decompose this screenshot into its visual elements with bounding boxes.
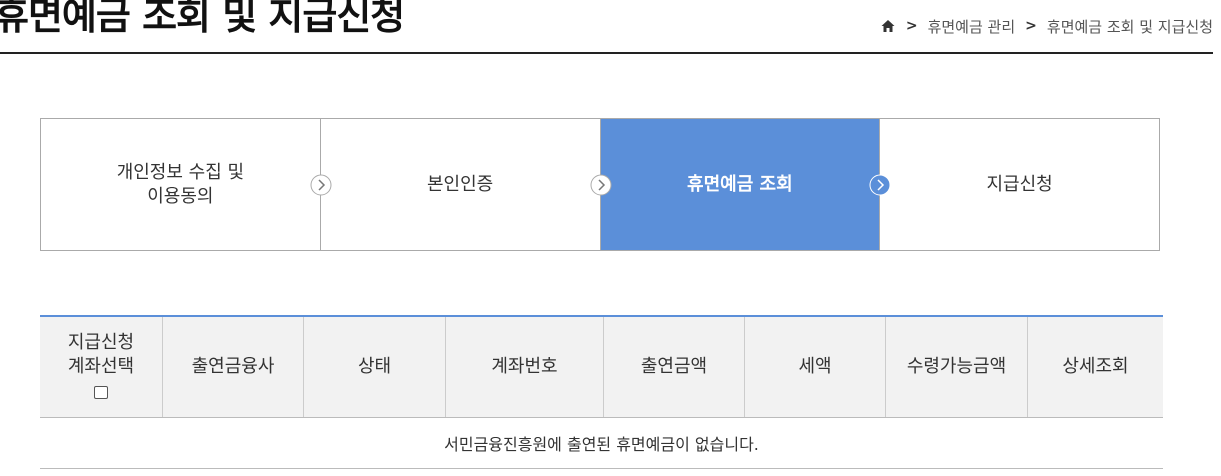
- table-header-row: 지급신청 계좌선택 출연금융사 상태 계좌번호 출연금액 세액 수령가능금액 상…: [40, 315, 1163, 418]
- step-label: 휴면예금 조회: [687, 173, 793, 195]
- column-status: 상태: [303, 315, 446, 418]
- empty-message: 서민금융진흥원에 출연된 휴면예금이 없습니다.: [40, 417, 1163, 469]
- breadcrumb-item-dormant-management[interactable]: 휴면예금 관리: [928, 16, 1016, 37]
- breadcrumb-separator: >: [905, 18, 918, 34]
- column-receivable-amount: 수령가능금액: [885, 315, 1028, 418]
- step-dormant-inquiry: 휴면예금 조회: [599, 119, 891, 250]
- column-tax: 세액: [744, 315, 886, 418]
- column-account-number: 계좌번호: [445, 315, 604, 418]
- column-label: 계좌선택: [67, 356, 135, 377]
- column-select: 지급신청 계좌선택: [40, 315, 163, 418]
- page-title: 휴면예금 조회 및 지급신청: [0, 0, 405, 38]
- chevron-right-icon: [310, 174, 332, 196]
- step-identity-verification: 본인인증: [319, 119, 611, 250]
- step-label: 본인인증: [427, 173, 494, 195]
- column-detail: 상세조회: [1027, 315, 1163, 418]
- column-amount: 출연금액: [603, 315, 745, 418]
- step-label: 개인정보 수집 및: [116, 161, 245, 183]
- chevron-right-icon: [590, 174, 611, 196]
- step-label: 이용동의: [147, 185, 214, 207]
- column-institution: 출연금융사: [162, 315, 304, 418]
- step-label: 지급신청: [986, 173, 1053, 195]
- table-row: 서민금융진흥원에 출연된 휴면예금이 없습니다.: [40, 417, 1163, 469]
- title-divider: [0, 52, 1213, 54]
- breadcrumb-separator: >: [1025, 18, 1037, 34]
- dormant-deposit-table: 지급신청 계좌선택 출연금융사 상태 계좌번호 출연금액 세액 수령가능금액 상…: [40, 315, 1163, 469]
- progress-steps: 개인정보 수집 및 이용동의 본인인증 휴면예금 조회 지급신청: [40, 118, 1160, 251]
- chevron-right-icon: [869, 174, 891, 196]
- breadcrumb: > 휴면예금 관리 > 휴면예금 조회 및 지급신청: [880, 14, 1213, 38]
- step-payment-request: 지급신청: [879, 119, 1159, 250]
- breadcrumb-item-current[interactable]: 휴면예금 조회 및 지급신청: [1047, 16, 1213, 37]
- step-privacy-consent: 개인정보 수집 및 이용동의: [41, 119, 332, 250]
- select-all-checkbox[interactable]: [94, 386, 108, 399]
- column-label: 지급신청: [67, 332, 135, 353]
- home-icon[interactable]: [880, 18, 896, 34]
